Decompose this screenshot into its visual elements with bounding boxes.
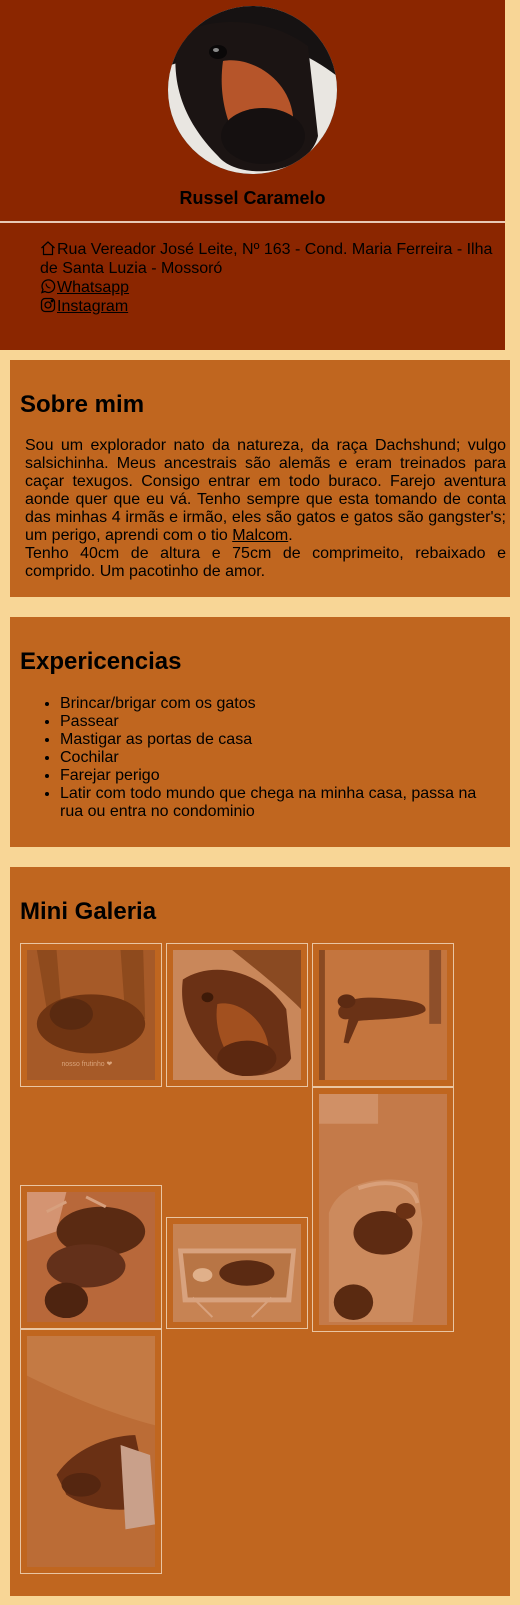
gallery-photo[interactable] bbox=[312, 943, 454, 1087]
header-divider bbox=[0, 221, 505, 223]
list-item: Passear bbox=[60, 713, 490, 731]
experiences-list: Brincar/brigar com os gatos Passear Mast… bbox=[20, 695, 490, 821]
address-row: Rua Vereador José Leite, Nº 163 - Cond. … bbox=[40, 240, 495, 278]
experiences-section: Expericencias Brincar/brigar com os gato… bbox=[10, 617, 510, 847]
photo-caption: nosso frutinho ❤ bbox=[61, 1061, 112, 1068]
profile-header: Russel Caramelo Rua Vereador José Leite,… bbox=[0, 0, 505, 350]
gallery-title: Mini Galeria bbox=[20, 898, 157, 925]
whatsapp-row: Whatsapp bbox=[40, 278, 495, 297]
gallery-photo[interactable] bbox=[166, 943, 308, 1087]
avatar-dog-photo bbox=[168, 6, 337, 174]
instagram-icon bbox=[40, 297, 57, 313]
list-item: Farejar perigo bbox=[60, 767, 490, 785]
malcom-link[interactable]: Malcom bbox=[232, 527, 288, 544]
gallery-photo[interactable]: nosso frutinho ❤ bbox=[20, 943, 162, 1087]
address-text: Rua Vereador José Leite, Nº 163 - Cond. … bbox=[40, 241, 493, 277]
list-item: Latir com todo mundo que chega na minha … bbox=[60, 785, 490, 821]
whatsapp-link[interactable]: Whatsapp bbox=[57, 279, 129, 296]
whatsapp-icon bbox=[40, 278, 57, 294]
about-text: Sou um explorador nato da natureza, da r… bbox=[25, 437, 506, 580]
about-section: Sobre mim Sou um explorador nato da natu… bbox=[10, 360, 510, 597]
about-title: Sobre mim bbox=[20, 391, 145, 418]
experiences-title: Expericencias bbox=[20, 648, 182, 675]
home-icon bbox=[40, 240, 57, 256]
contact-list: Rua Vereador José Leite, Nº 163 - Cond. … bbox=[40, 240, 495, 316]
list-item: Mastigar as portas de casa bbox=[60, 731, 490, 749]
list-item: Brincar/brigar com os gatos bbox=[60, 695, 490, 713]
instagram-link[interactable]: Instagram bbox=[57, 298, 128, 315]
gallery-photo[interactable] bbox=[312, 1087, 454, 1332]
gallery-photo[interactable] bbox=[166, 1217, 308, 1329]
list-item: Cochilar bbox=[60, 749, 490, 767]
instagram-row: Instagram bbox=[40, 297, 495, 316]
gallery-section: Mini Galeria nosso frutinho ❤ bbox=[10, 867, 510, 1596]
profile-name: Russel Caramelo bbox=[179, 188, 326, 208]
avatar bbox=[168, 6, 337, 174]
gallery-photo[interactable] bbox=[20, 1185, 162, 1329]
gallery-photo[interactable] bbox=[20, 1329, 162, 1574]
